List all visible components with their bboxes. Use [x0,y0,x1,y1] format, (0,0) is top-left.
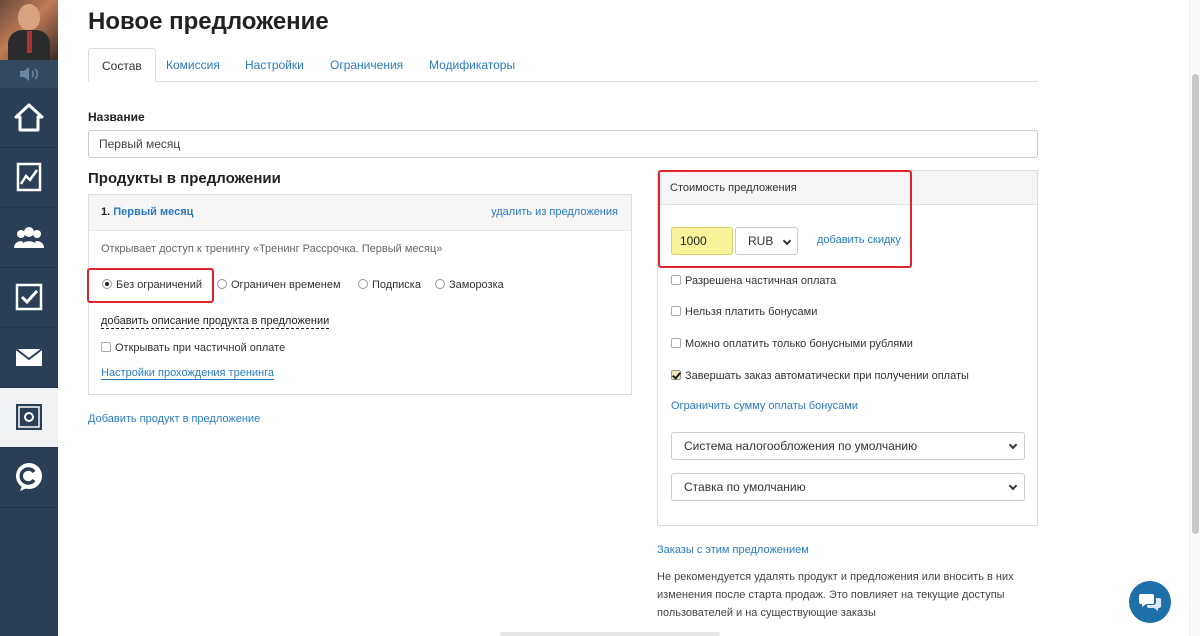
checkbox-box [671,306,681,316]
product-name-link[interactable]: Первый месяц [113,206,193,218]
limit-bonus-payment-link[interactable]: Ограничить сумму оплаты бонусами [671,400,858,412]
sidebar-item-sales[interactable] [0,388,58,448]
auto-complete-order-checkbox[interactable]: Завершать заказ автоматически при получе… [671,370,969,382]
name-label: Название [88,110,145,124]
chevron-down-icon [1008,440,1018,450]
page-title: Новое предложение [88,8,329,35]
tab-bar: Состав Комиссия Настройки Ограничения Мо… [88,48,1038,82]
sound-toggle[interactable] [0,60,58,88]
add-product-link[interactable]: Добавить продукт в предложение [88,413,260,425]
safe-icon [16,404,42,430]
radio-freeze[interactable]: Заморозка [435,279,504,291]
sidebar-item-chats[interactable] [0,448,58,508]
add-product-description-link[interactable]: добавить описание продукта в предложении [101,315,330,329]
tab-settings[interactable]: Настройки [245,48,304,82]
checkbox-box [101,342,111,352]
radio-time-limited[interactable]: Ограничен временем [217,279,341,291]
users-icon [14,227,44,248]
product-card-header: 1. Первый месяц удалить из предложения [89,195,631,231]
remove-product-link[interactable]: удалить из предложения [491,206,618,218]
no-bonus-payment-checkbox[interactable]: Нельзя платить бонусами [671,306,817,318]
sidebar [0,0,58,636]
radio-label: Заморозка [449,279,504,291]
checkbox-label: Можно оплатить только бонусными рублями [685,338,913,350]
tax-system-select[interactable]: Система налогообложения по умолчанию [671,432,1025,460]
tax-rate-select[interactable]: Ставка по умолчанию [671,473,1025,501]
orders-with-offer-link[interactable]: Заказы с этим предложением [657,544,809,556]
product-number: 1. [101,206,111,218]
radio-dot [358,279,368,289]
speaker-icon [20,67,38,81]
warning-text: Не рекомендуется удалять продукт и предл… [657,571,1014,619]
radio-dot [217,279,227,289]
checkbox-label: Разрешена частичная оплата [685,275,837,287]
checkbox-box [671,275,681,285]
product-title: 1. Первый месяц [101,206,193,218]
checkbox-label: Нельзя платить бонусами [685,306,818,318]
mail-icon [15,348,43,366]
checkbox-label: Открывать при частичной оплате [115,342,286,354]
tab-commission[interactable]: Комиссия [166,48,220,82]
tab-composition[interactable]: Состав [88,48,156,82]
home-icon [14,103,44,132]
avatar-face-shape [18,4,40,30]
partial-payment-open-checkbox[interactable]: Открывать при частичной оплате [101,342,285,354]
avatar-tie-shape [27,31,32,53]
tasks-icon [15,283,43,311]
support-chat-button[interactable] [1129,581,1171,623]
checkbox-label: Завершать заказ автоматически при получе… [685,370,969,382]
sidebar-item-statistics[interactable] [0,148,58,208]
sidebar-item-home[interactable] [0,88,58,148]
sidebar-item-messages[interactable] [0,328,58,388]
radio-dot [435,279,445,289]
checkbox-box [671,338,681,348]
user-avatar[interactable] [0,0,58,60]
chevron-down-icon [1008,481,1018,491]
radio-subscription[interactable]: Подписка [358,279,421,291]
product-description: Открывает доступ к тренингу «Тренинг Рас… [101,243,443,255]
chart-icon [16,162,42,192]
training-settings-link[interactable]: Настройки прохождения тренинга [101,367,275,380]
checkbox-box-checked [671,370,681,380]
tab-modifiers[interactable]: Модификаторы [429,48,515,82]
highlight-price-section [658,170,912,268]
radio-label: Ограничен временем [231,279,341,291]
scrollbar-thumb[interactable] [1192,74,1199,534]
bottom-edge-bar [500,632,720,636]
chat-bubbles-icon [1139,594,1161,611]
sidebar-item-users[interactable] [0,208,58,268]
tax-rate-value: Ставка по умолчанию [684,480,806,494]
name-input[interactable]: Первый месяц [88,130,1038,158]
sidebar-item-tasks[interactable] [0,268,58,328]
tax-system-value: Система налогообложения по умолчанию [684,439,918,453]
chat-logo-icon [16,463,42,491]
bonus-only-payment-checkbox[interactable]: Можно оплатить только бонусными рублями [671,338,913,350]
page-scrollbar[interactable] [1189,0,1200,636]
highlight-unlimited-option [87,268,214,303]
allow-partial-payment-checkbox[interactable]: Разрешена частичная оплата [671,275,836,287]
tab-restrictions[interactable]: Ограничения [330,48,403,82]
products-heading: Продукты в предложении [88,170,281,187]
radio-label: Подписка [372,279,421,291]
